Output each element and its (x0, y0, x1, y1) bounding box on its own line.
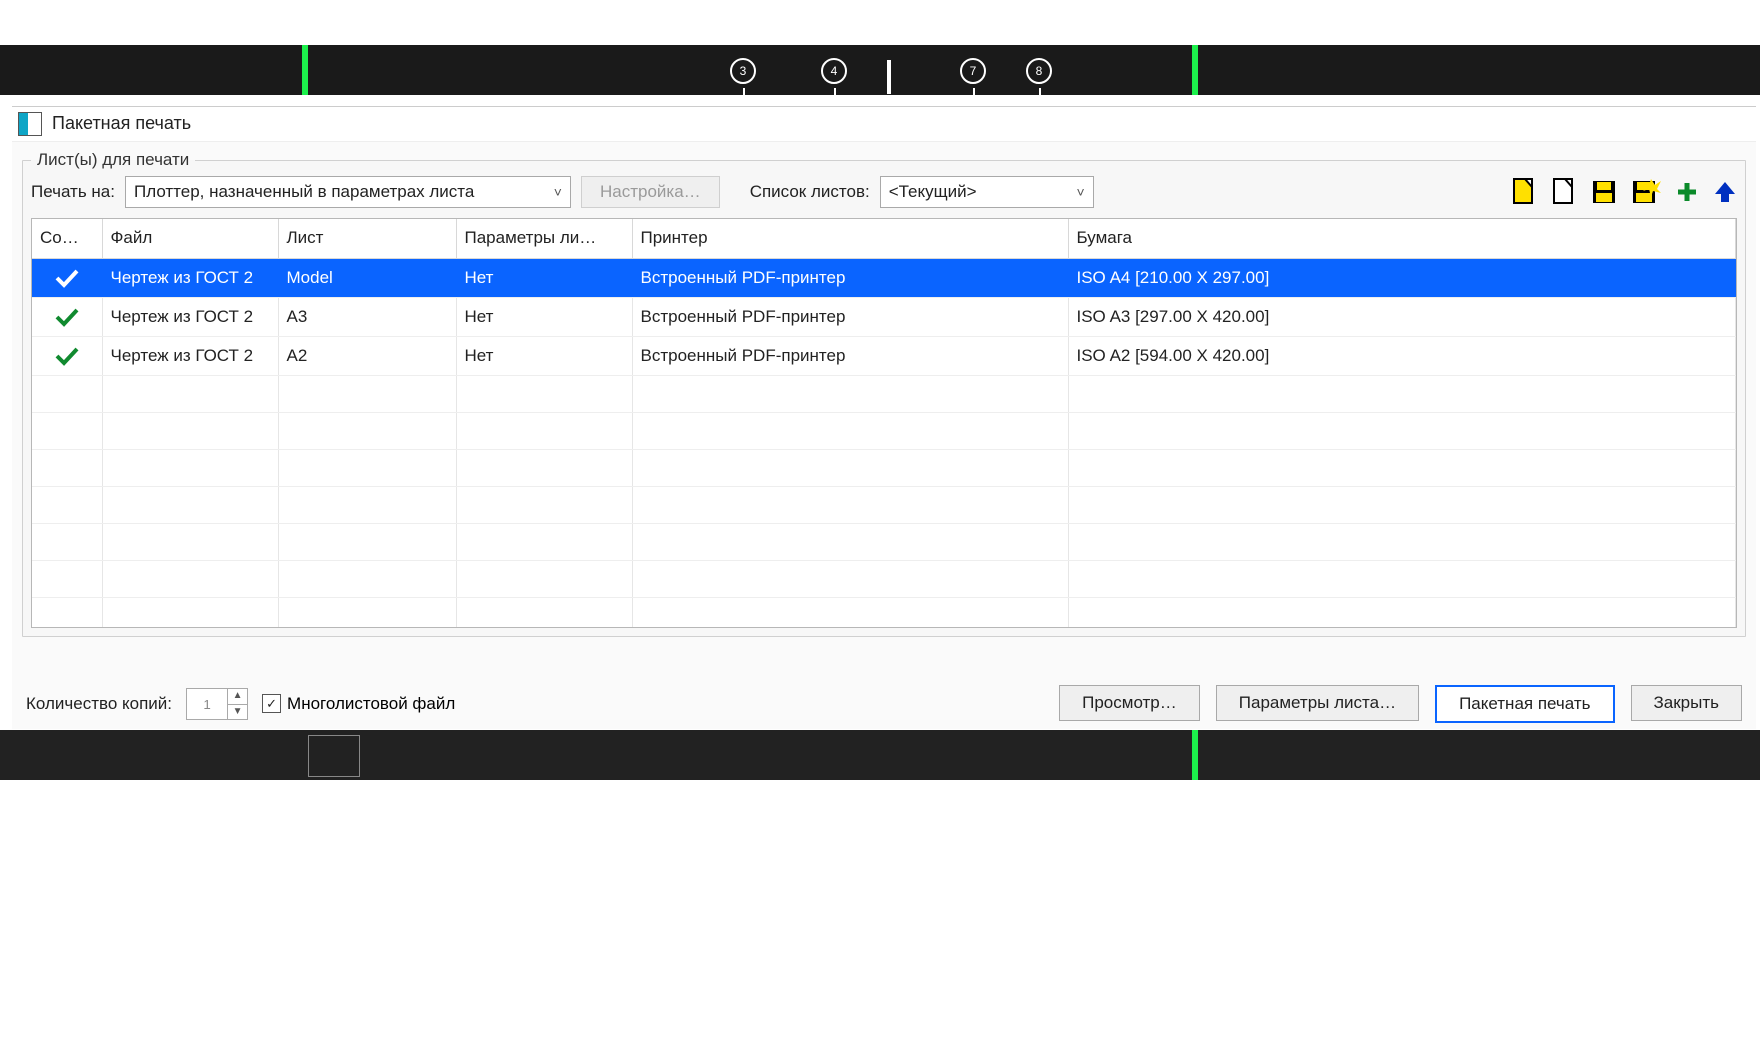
page-setup-button[interactable]: Параметры листа… (1216, 685, 1419, 721)
grid-marker-icon: 4 (821, 58, 847, 84)
cell-status (32, 336, 102, 375)
cell-paper: ISO A4 [210.00 X 297.00] (1068, 258, 1736, 297)
cell-file: Чертеж из ГОСТ 2 (102, 297, 278, 336)
sheet-list-select[interactable]: <Текущий> ˅ (880, 176, 1094, 208)
spinner-up-icon[interactable]: ▲ (228, 689, 247, 704)
marker-line-icon (302, 45, 308, 95)
save-icon[interactable] (1591, 179, 1617, 205)
close-button-label: Закрыть (1654, 693, 1719, 713)
check-icon (40, 345, 94, 367)
cell-printer: Встроенный PDF-принтер (632, 297, 1068, 336)
table-row-empty (32, 597, 1736, 628)
marker-label: 8 (1036, 64, 1043, 78)
check-icon (40, 267, 94, 289)
marker-label: 3 (740, 64, 747, 78)
marker-line-icon (1192, 45, 1198, 95)
table-row-empty (32, 375, 1736, 412)
dialog-title: Пакетная печать (52, 113, 191, 135)
sheets-group: Лист(ы) для печати Печать на: Плоттер, н… (22, 150, 1746, 637)
new-sheet-icon[interactable] (1511, 177, 1537, 207)
table-row[interactable]: Чертеж из ГОСТ 2A3НетВстроенный PDF-прин… (32, 297, 1736, 336)
marker-line-icon (1192, 730, 1198, 780)
copies-input[interactable] (187, 689, 227, 719)
cell-paper: ISO A3 [297.00 X 420.00] (1068, 297, 1736, 336)
sheets-table[interactable]: Со… Файл Лист Параметры ли… Принтер Бума… (31, 218, 1737, 628)
close-button[interactable]: Закрыть (1631, 685, 1742, 721)
ruler-tick-icon (887, 60, 891, 94)
cell-sheet: A3 (278, 297, 456, 336)
copies-stepper[interactable]: ▲ ▼ (186, 688, 248, 720)
settings-button-label: Настройка… (600, 182, 701, 202)
cell-params: Нет (456, 336, 632, 375)
cell-file: Чертеж из ГОСТ 2 (102, 258, 278, 297)
chevron-down-icon: ˅ (1077, 184, 1085, 201)
cell-status (32, 258, 102, 297)
cell-sheet: A2 (278, 336, 456, 375)
col-printer[interactable]: Принтер (632, 219, 1068, 258)
marker-label: 7 (970, 64, 977, 78)
app-icon (18, 112, 42, 136)
cad-footer-strip (0, 730, 1760, 780)
cad-ruler-strip (0, 45, 1760, 95)
copies-label: Количество копий: (26, 694, 172, 714)
grid-marker-icon: 3 (730, 58, 756, 84)
preview-button[interactable]: Просмотр… (1059, 685, 1200, 721)
cell-status (32, 297, 102, 336)
print-on-label: Печать на: (31, 182, 115, 202)
col-paper[interactable]: Бумага (1068, 219, 1736, 258)
add-icon[interactable] (1675, 180, 1699, 204)
cell-params: Нет (456, 297, 632, 336)
sheet-list-label: Список листов: (750, 182, 870, 202)
cell-printer: Встроенный PDF-принтер (632, 336, 1068, 375)
cad-element-icon (308, 735, 360, 777)
col-sheet[interactable]: Лист (278, 219, 456, 258)
spinner-down-icon[interactable]: ▼ (228, 704, 247, 720)
batch-print-dialog: Пакетная печать Лист(ы) для печати Печат… (12, 106, 1756, 729)
chevron-down-icon: ˅ (554, 184, 562, 201)
dialog-titlebar[interactable]: Пакетная печать (12, 107, 1756, 142)
options-row: Печать на: Плоттер, назначенный в параме… (31, 176, 1737, 208)
grid-marker-icon: 7 (960, 58, 986, 84)
table-row-empty (32, 486, 1736, 523)
sheets-group-title: Лист(ы) для печати (31, 150, 195, 170)
save-new-icon[interactable] (1631, 179, 1661, 205)
col-status[interactable]: Со… (32, 219, 102, 258)
col-params[interactable]: Параметры ли… (456, 219, 632, 258)
blank-sheet-icon[interactable] (1551, 177, 1577, 207)
grid-marker-icon: 8 (1026, 58, 1052, 84)
multisheet-label: Многолистовой файл (287, 694, 455, 714)
settings-button: Настройка… (581, 176, 720, 208)
table-header-row[interactable]: Со… Файл Лист Параметры ли… Принтер Бума… (32, 219, 1736, 258)
cell-paper: ISO A2 [594.00 X 420.00] (1068, 336, 1736, 375)
col-file[interactable]: Файл (102, 219, 278, 258)
table-row-empty (32, 449, 1736, 486)
check-icon (40, 306, 94, 328)
toolbar-icons (1511, 177, 1737, 207)
print-on-value: Плоттер, назначенный в параметрах листа (134, 182, 474, 202)
print-on-select[interactable]: Плоттер, назначенный в параметрах листа … (125, 176, 571, 208)
marker-label: 4 (831, 64, 838, 78)
cell-printer: Встроенный PDF-принтер (632, 258, 1068, 297)
sheet-list-value: <Текущий> (889, 182, 977, 202)
preview-button-label: Просмотр… (1082, 693, 1177, 713)
up-icon[interactable] (1713, 180, 1737, 204)
dialog-footer: Количество копий: ▲ ▼ ✓ Многолистовой фа… (12, 679, 1756, 729)
cell-params: Нет (456, 258, 632, 297)
batch-print-button[interactable]: Пакетная печать (1435, 685, 1614, 723)
table-row[interactable]: Чертеж из ГОСТ 2A2НетВстроенный PDF-прин… (32, 336, 1736, 375)
checkbox-icon: ✓ (262, 694, 281, 713)
multisheet-checkbox[interactable]: ✓ Многолистовой файл (262, 694, 455, 714)
cell-file: Чертеж из ГОСТ 2 (102, 336, 278, 375)
table-row-empty (32, 412, 1736, 449)
table-row-empty (32, 560, 1736, 597)
table-row[interactable]: Чертеж из ГОСТ 2ModelНетВстроенный PDF-п… (32, 258, 1736, 297)
batch-print-button-label: Пакетная печать (1459, 694, 1590, 714)
page-setup-button-label: Параметры листа… (1239, 693, 1396, 713)
cell-sheet: Model (278, 258, 456, 297)
table-row-empty (32, 523, 1736, 560)
